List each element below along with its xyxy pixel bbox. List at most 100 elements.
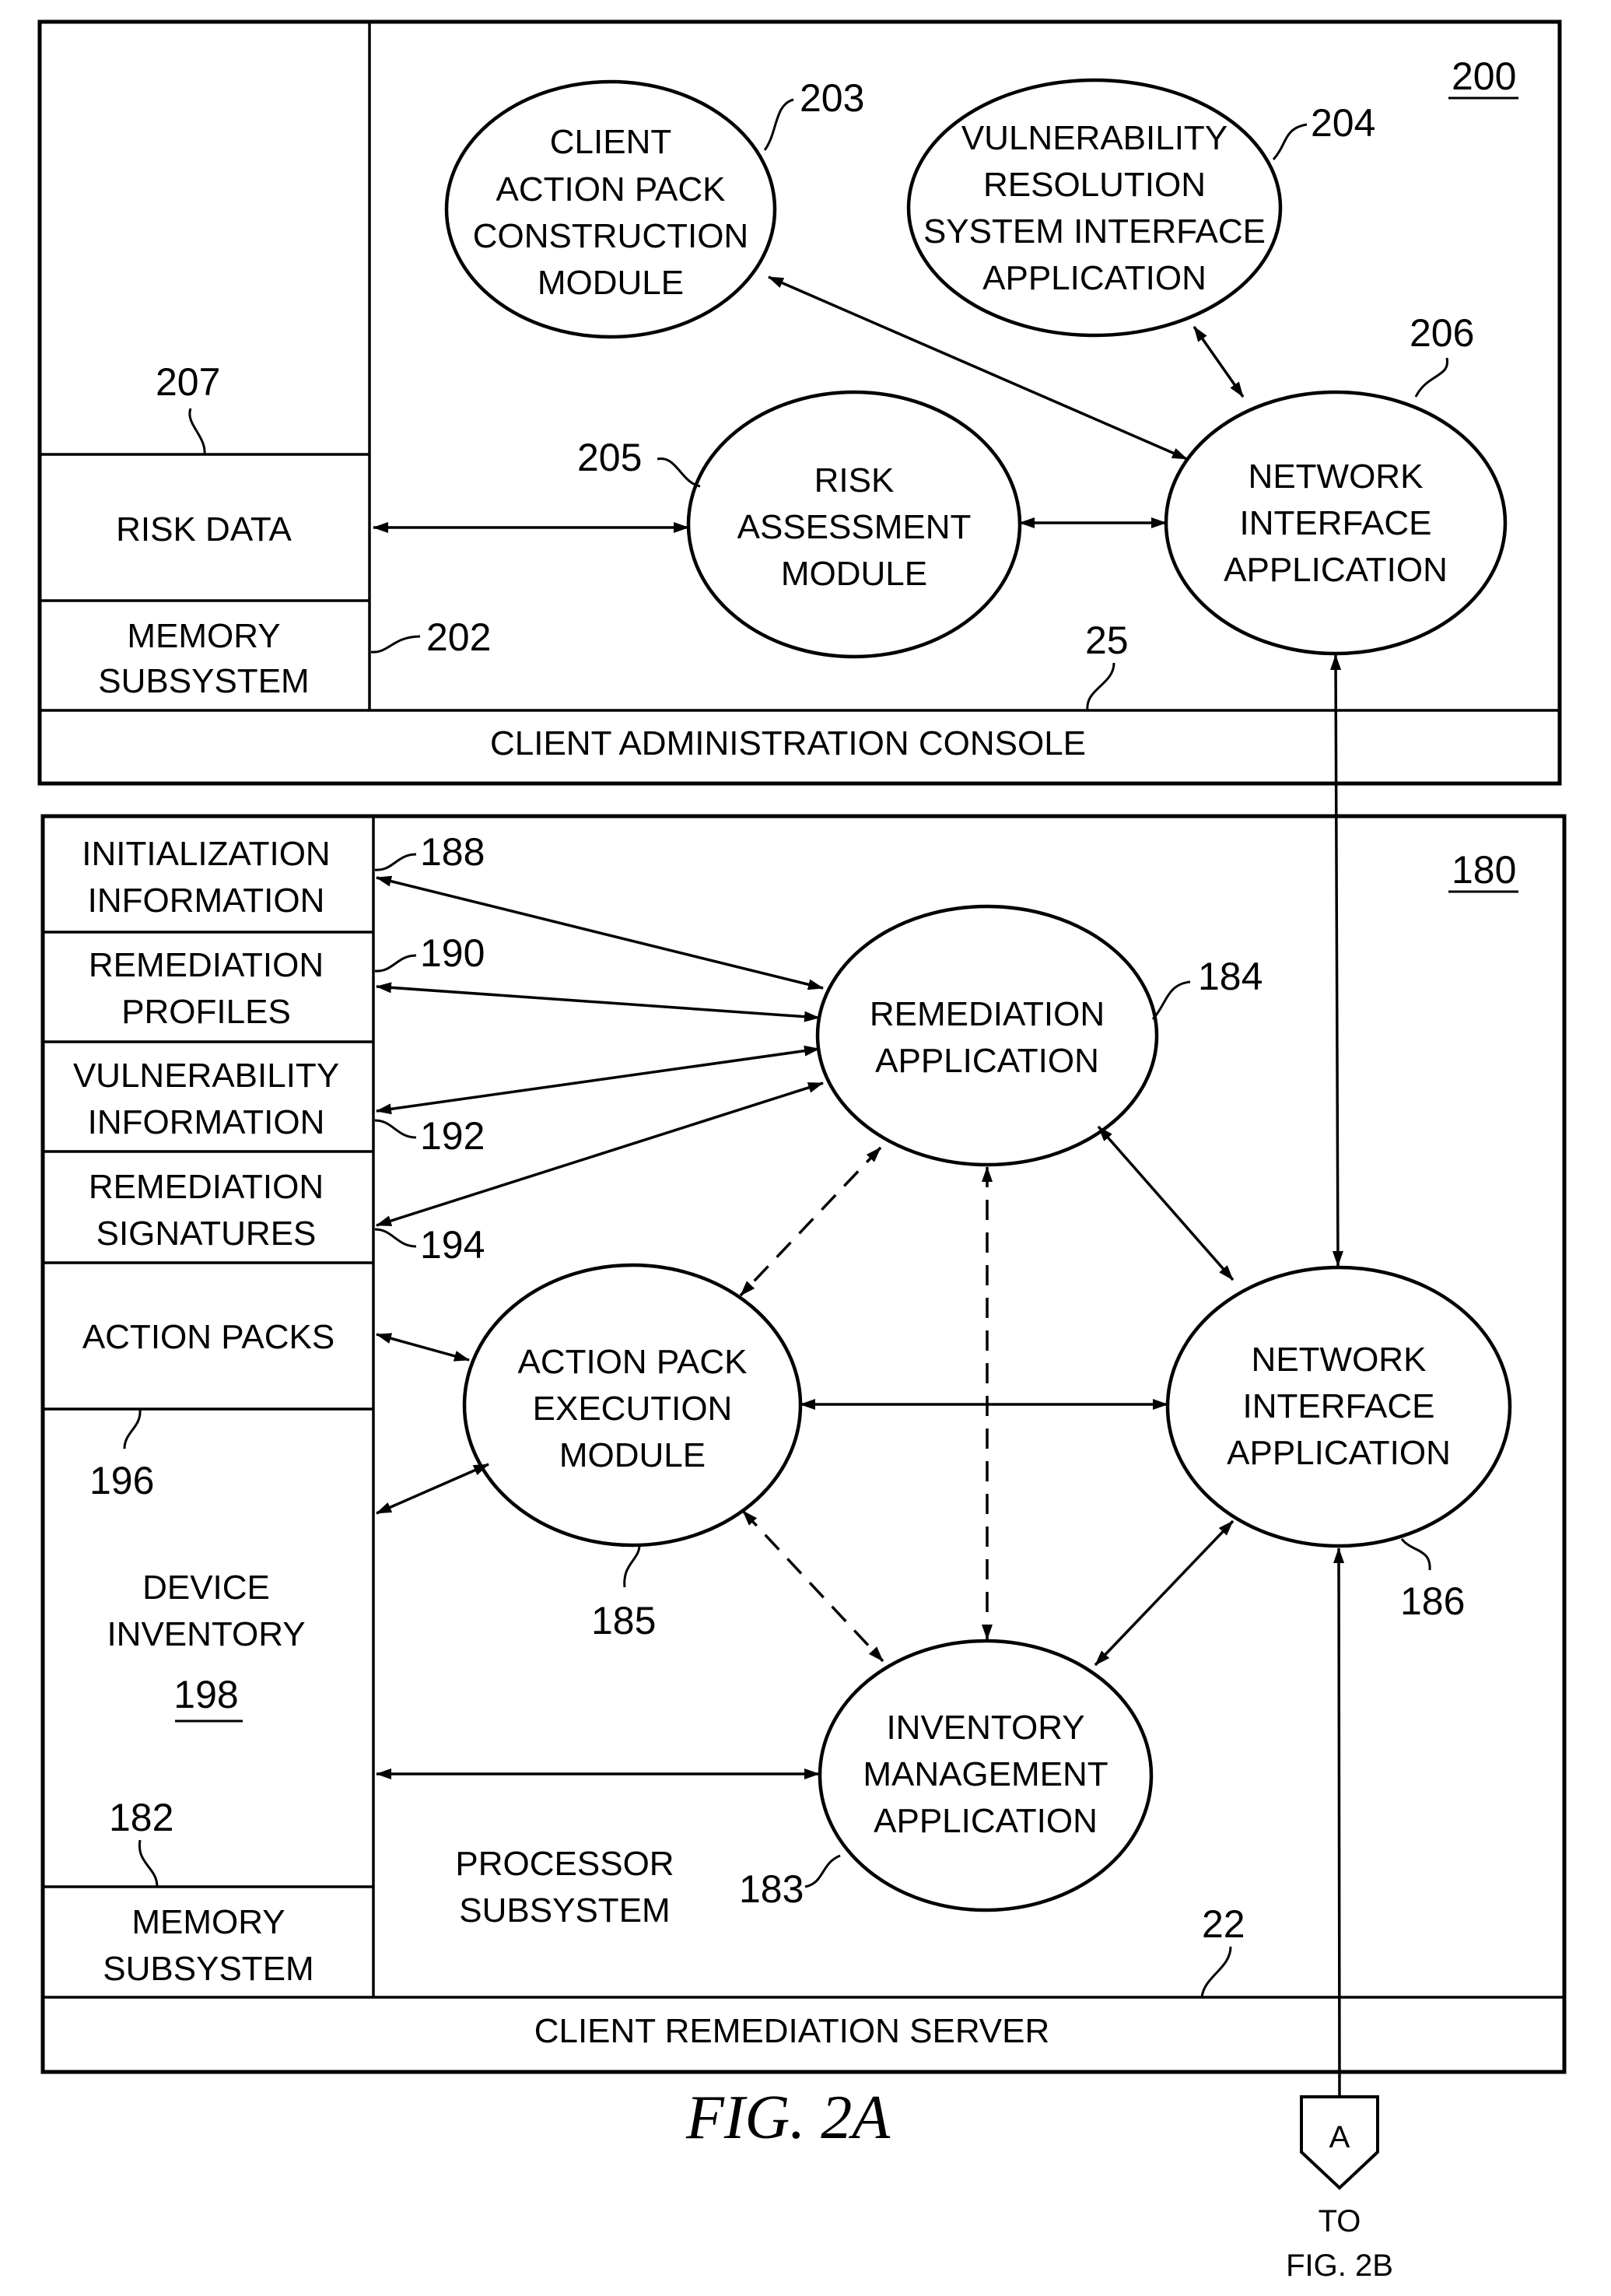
- module-204-line3: SYSTEM INTERFACE: [923, 212, 1266, 251]
- module-183-line1: INVENTORY: [886, 1709, 1084, 1747]
- module-185-line3: MODULE: [559, 1436, 706, 1474]
- dashed-arrow-185-183: [741, 1509, 884, 1663]
- module-205-ref: 205: [577, 436, 642, 479]
- module-206-line3: APPLICATION: [1224, 551, 1448, 589]
- server-memory-label-line2: SUBSYSTEM: [103, 1950, 313, 1988]
- figure-caption: FIG. 2A: [685, 2084, 891, 2152]
- module-184-line2: APPLICATION: [875, 1042, 1099, 1080]
- arrow-206-186: [1330, 654, 1343, 1267]
- module-185-ref: 185: [591, 1599, 656, 1642]
- console-bar-ref: 25: [1085, 619, 1129, 662]
- module-204-line1: VULNERABILITY: [961, 119, 1228, 157]
- module-204-line2: RESOLUTION: [983, 166, 1206, 204]
- module-206-leader: [1414, 357, 1448, 398]
- module-186-ref: 186: [1400, 1579, 1465, 1623]
- arrow-offpage-186: [1333, 1548, 1345, 2098]
- server-memory-leader: [138, 1839, 159, 1888]
- module-185-leader: [623, 1544, 641, 1588]
- module-184-leader: [1151, 980, 1191, 1021]
- arrow-196-185: [376, 1333, 470, 1362]
- store-198-ref: 198: [173, 1673, 238, 1716]
- processor-label-line1: PROCESSOR: [455, 1845, 674, 1883]
- ellipse-184: [815, 904, 1159, 1167]
- store-194-leader: [374, 1228, 417, 1248]
- store-192-leader: [374, 1119, 417, 1139]
- offpage-connector-letter: A: [1329, 2120, 1350, 2154]
- store-194-line2: SIGNATURES: [96, 1215, 317, 1253]
- module-204-ref: 204: [1311, 101, 1375, 145]
- store-198-line1: DEVICE: [142, 1569, 270, 1607]
- store-188-line1: INITIALIZATION: [82, 835, 330, 873]
- store-190-leader: [374, 954, 417, 973]
- console-memory-label-line1: MEMORY: [127, 617, 280, 655]
- module-204-vulnerability-resolution-interface: VULNERABILITY RESOLUTION SYSTEM INTERFAC…: [906, 78, 1283, 338]
- module-206-ref: 206: [1410, 311, 1474, 355]
- module-205-leader: [657, 457, 701, 488]
- store-198-line2: INVENTORY: [107, 1615, 305, 1653]
- module-205-risk-assessment: RISK ASSESSMENT MODULE: [686, 390, 1022, 659]
- patent-figure-2a: 200 207 RISK DATA MEMORY SUBSYSTEM 202 C…: [37, 19, 1567, 2283]
- server-bar-label: CLIENT REMEDIATION SERVER: [534, 2012, 1050, 2050]
- console-ref-number: 200: [1452, 54, 1516, 98]
- offpage-connector-to: TO: [1319, 2204, 1361, 2238]
- module-185-line1: ACTION PACK: [517, 1343, 747, 1381]
- arrow-204-206: [1192, 325, 1245, 398]
- arrow-190-184: [376, 982, 820, 1022]
- module-186-line3: APPLICATION: [1227, 1434, 1451, 1472]
- module-183-ref: 183: [739, 1867, 804, 1911]
- module-203-ref: 203: [800, 76, 864, 120]
- server-bar-ref: 22: [1202, 1902, 1245, 1946]
- module-205-line3: MODULE: [781, 555, 927, 593]
- store-196-leader: [123, 1408, 142, 1449]
- module-183-line3: APPLICATION: [874, 1802, 1098, 1840]
- client-administration-console: 200 207 RISK DATA MEMORY SUBSYSTEM 202 C…: [37, 19, 1562, 786]
- offpage-connector-target: FIG. 2B: [1286, 2249, 1393, 2283]
- module-184-remediation-application: REMEDIATION APPLICATION: [815, 904, 1159, 1167]
- store-190-line2: PROFILES: [121, 993, 291, 1031]
- console-memory-ref: 202: [426, 615, 491, 659]
- store-196-ref: 196: [89, 1459, 154, 1502]
- store-196-label: ACTION PACKS: [82, 1318, 334, 1356]
- risk-data-leader: [188, 408, 206, 455]
- arrow-198-185: [376, 1463, 489, 1515]
- store-192-ref: 192: [420, 1114, 485, 1158]
- module-203-client-action-pack-construction: CLIENT ACTION PACK CONSTRUCTION MODULE: [444, 79, 777, 339]
- module-184-line1: REMEDIATION: [870, 995, 1105, 1033]
- module-183-inventory-management: INVENTORY MANAGEMENT APPLICATION: [818, 1639, 1154, 1912]
- module-204-leader: [1272, 123, 1308, 161]
- module-186-line1: NETWORK: [1252, 1341, 1427, 1379]
- store-188-leader: [374, 853, 417, 871]
- risk-data-ref: 207: [156, 360, 220, 404]
- module-186-line2: INTERFACE: [1243, 1387, 1435, 1425]
- arrow-192-184: [376, 1045, 820, 1115]
- processor-label-line2: SUBSYSTEM: [459, 1891, 670, 1930]
- server-ref-number: 180: [1452, 848, 1516, 892]
- server-memory-ref: 182: [109, 1796, 173, 1839]
- server-bar-leader: [1200, 1946, 1232, 1998]
- module-185-action-pack-execution: ACTION PACK EXECUTION MODULE: [462, 1263, 803, 1548]
- module-203-line1: CLIENT: [550, 123, 671, 161]
- module-186-leader: [1400, 1538, 1431, 1571]
- module-203-line4: MODULE: [538, 264, 684, 302]
- module-203-line3: CONSTRUCTION: [473, 217, 748, 255]
- module-206-network-interface: NETWORK INTERFACE APPLICATION: [1164, 390, 1508, 656]
- module-205-line2: ASSESSMENT: [737, 508, 972, 546]
- console-bar-label: CLIENT ADMINISTRATION CONSOLE: [490, 724, 1086, 762]
- console-memory-leader: [370, 635, 421, 654]
- module-204-line4: APPLICATION: [982, 259, 1206, 297]
- risk-data-label: RISK DATA: [116, 510, 292, 549]
- console-memory-label-line2: SUBSYSTEM: [98, 662, 309, 700]
- offpage-connector-a[interactable]: A: [1300, 2095, 1379, 2190]
- dashed-arrow-184-185: [739, 1146, 882, 1297]
- store-188-line2: INFORMATION: [88, 882, 325, 920]
- module-206-line1: NETWORK: [1249, 457, 1424, 496]
- store-194-ref: 194: [420, 1223, 485, 1267]
- module-205-line1: RISK: [814, 461, 895, 500]
- store-190-line1: REMEDIATION: [89, 946, 324, 984]
- module-184-ref: 184: [1198, 955, 1263, 998]
- arrow-184-186: [1097, 1125, 1235, 1281]
- store-192-line1: VULNERABILITY: [73, 1057, 339, 1095]
- console-bar-leader: [1086, 662, 1115, 711]
- module-183-leader: [804, 1854, 841, 1888]
- arrow-186-183: [1094, 1520, 1235, 1667]
